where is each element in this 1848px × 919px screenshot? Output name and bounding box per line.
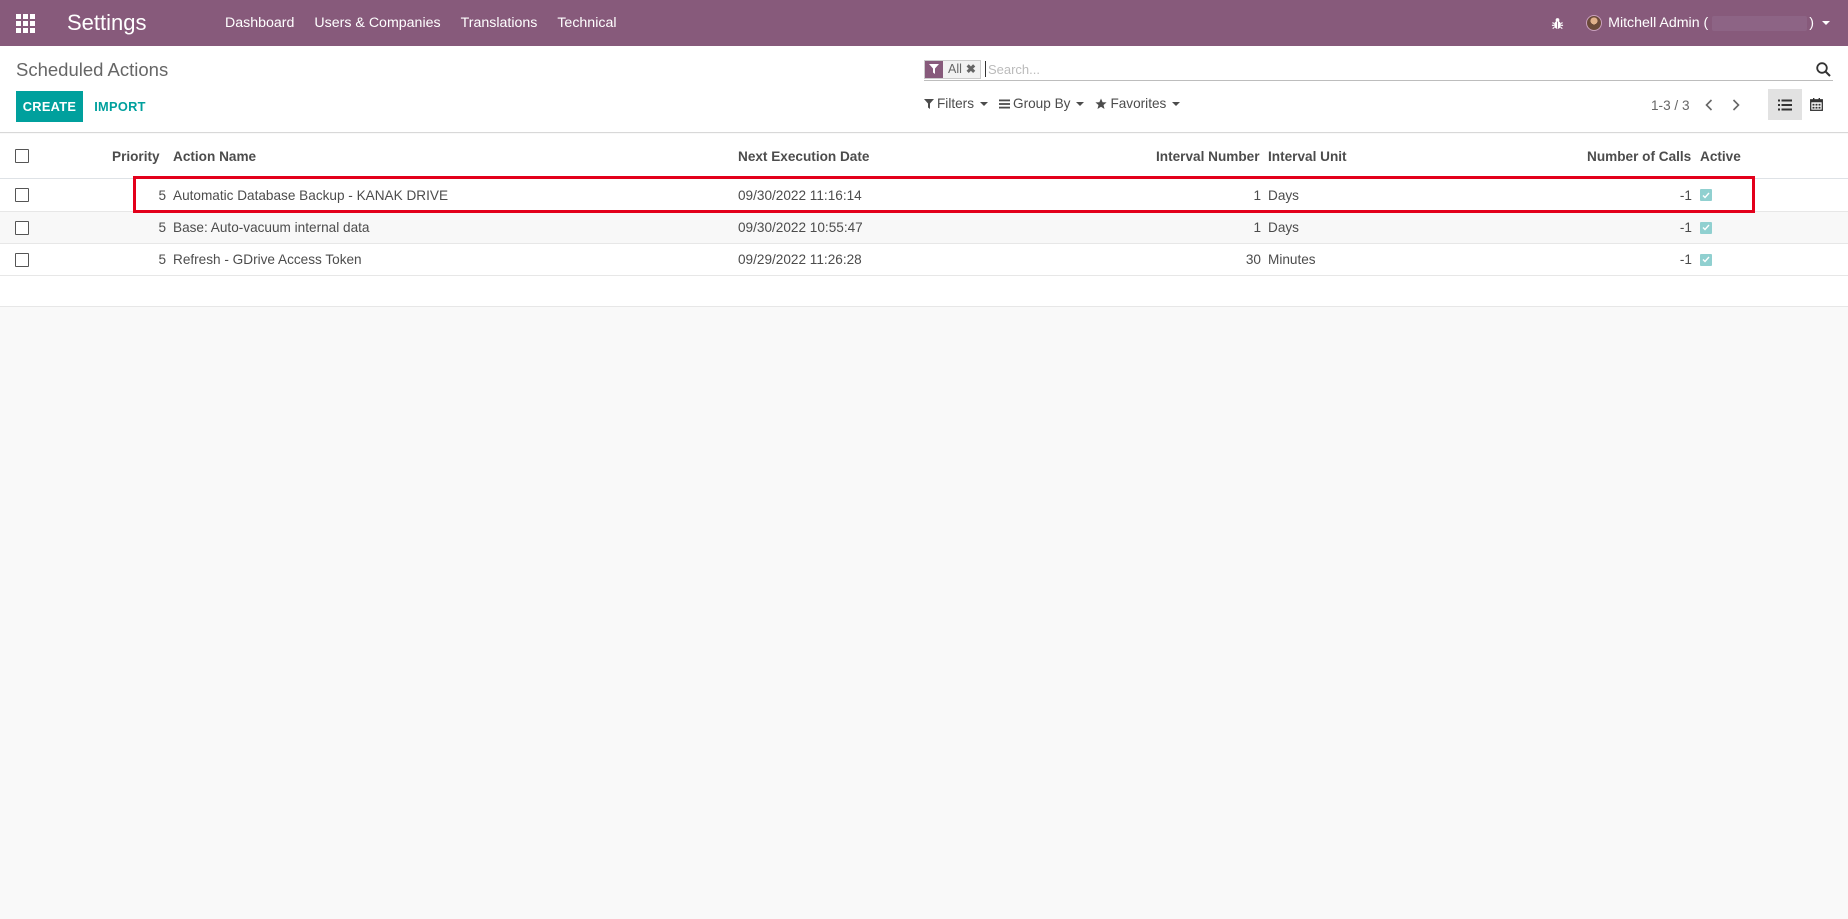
active-checkbox — [1700, 179, 1712, 211]
table-row[interactable]: 5 Automatic Database Backup - KANAK DRIV… — [0, 179, 1848, 212]
favorites-dropdown[interactable]: Favorites — [1095, 96, 1181, 111]
apps-menu-icon[interactable] — [0, 0, 50, 46]
action-name-cell: Base: Auto-vacuum internal data — [173, 220, 370, 235]
star-icon — [1095, 98, 1108, 110]
interval-number-cell: 30 — [1245, 252, 1261, 267]
control-panel: Scheduled Actions CREATE IMPORT All ✖ Fi… — [0, 46, 1848, 133]
caret-down-icon — [980, 101, 989, 106]
row-checkbox[interactable] — [15, 179, 29, 211]
create-button[interactable]: CREATE — [16, 91, 83, 122]
user-menu[interactable]: Mitchell Admin ( ) — [1586, 15, 1830, 31]
user-name: Mitchell Admin ( — [1608, 15, 1709, 31]
app-name: Settings — [67, 10, 147, 35]
table-footer — [0, 276, 1848, 307]
number-of-calls-cell: -1 — [1679, 220, 1692, 235]
caret-down-icon — [1822, 21, 1830, 25]
list-view-icon[interactable] — [1768, 89, 1802, 120]
chevron-left-icon[interactable] — [1699, 96, 1719, 114]
priority-cell: 5 — [158, 187, 166, 203]
interval-unit-cell: Days — [1268, 220, 1299, 235]
calendar-view-icon[interactable] — [1800, 89, 1832, 120]
priority-cell: 5 — [158, 252, 166, 267]
column-header-priority[interactable]: Priority — [112, 134, 160, 178]
favorites-label: Favorites — [1110, 96, 1167, 111]
check-icon — [1700, 189, 1712, 201]
redacted-text — [1712, 15, 1808, 31]
interval-unit-cell: Minutes — [1268, 252, 1316, 267]
facet-remove-icon[interactable]: ✖ — [966, 61, 980, 78]
top-navbar: Settings Dashboard Users & Companies Tra… — [0, 0, 1848, 46]
breadcrumb: Scheduled Actions — [16, 59, 169, 80]
table-row[interactable]: 5 Base: Auto-vacuum internal data 09/30/… — [0, 212, 1848, 244]
menu-item-users-companies[interactable]: Users & Companies — [304, 0, 450, 46]
facet-label: All — [948, 61, 962, 76]
action-name-cell: Refresh - GDrive Access Token — [173, 252, 362, 267]
next-execution-date-cell: 09/30/2022 10:55:47 — [738, 220, 863, 235]
menu-item-dashboard[interactable]: Dashboard — [215, 0, 304, 46]
debug-bug-icon[interactable] — [1538, 0, 1576, 46]
next-execution-date-cell: 09/30/2022 11:16:14 — [738, 187, 862, 203]
filters-label: Filters — [937, 96, 975, 111]
check-icon — [1700, 221, 1712, 234]
column-header-interval-number[interactable]: Interval Number — [1156, 134, 1260, 178]
user-suffix: ) — [1809, 15, 1814, 31]
caret-down-icon — [1076, 101, 1085, 106]
action-name-cell: Automatic Database Backup - KANAK DRIVE — [173, 187, 449, 203]
menu-item-technical[interactable]: Technical — [547, 0, 626, 46]
column-header-interval-unit[interactable]: Interval Unit — [1268, 134, 1347, 178]
priority-cell: 5 — [158, 220, 166, 235]
column-header-number-of-calls[interactable]: Number of Calls — [1587, 134, 1691, 178]
caret-down-icon — [1172, 101, 1181, 106]
chevron-right-icon[interactable] — [1726, 96, 1746, 114]
active-checkbox — [1700, 244, 1712, 275]
pager-value[interactable]: 1-3 / 3 — [1651, 98, 1690, 113]
menu-item-translations[interactable]: Translations — [451, 0, 548, 46]
active-checkbox — [1700, 212, 1712, 243]
interval-unit-cell: Days — [1268, 187, 1299, 203]
interval-number-cell: 1 — [1253, 220, 1261, 235]
column-header-active[interactable]: Active — [1700, 134, 1741, 178]
column-header-action-name[interactable]: Action Name — [173, 134, 256, 178]
column-header-next-execution-date[interactable]: Next Execution Date — [738, 134, 869, 178]
number-of-calls-cell: -1 — [1679, 252, 1692, 267]
search-facet: All ✖ — [924, 59, 981, 79]
search-options: Filters Group By Favorites — [924, 96, 1191, 111]
bars-icon — [999, 99, 1011, 109]
group-by-label: Group By — [1013, 96, 1071, 111]
group-by-dropdown[interactable]: Group By — [999, 96, 1085, 111]
interval-number-cell: 1 — [1253, 187, 1261, 203]
search-bar: All ✖ — [924, 58, 1833, 81]
list-table: Priority Action Name Next Execution Date… — [0, 134, 1848, 307]
search-input[interactable] — [984, 61, 1813, 77]
filters-dropdown[interactable]: Filters — [924, 96, 989, 111]
row-checkbox[interactable] — [15, 212, 29, 243]
next-execution-date-cell: 09/29/2022 11:26:28 — [738, 252, 862, 267]
table-row[interactable]: 5 Refresh - GDrive Access Token 09/29/20… — [0, 244, 1848, 276]
import-button[interactable]: IMPORT — [86, 91, 154, 122]
filter-icon — [925, 60, 943, 78]
number-of-calls-cell: -1 — [1679, 187, 1692, 203]
filter-icon — [924, 98, 934, 109]
main-menu: Dashboard Users & Companies Translations… — [215, 0, 627, 46]
search-icon[interactable] — [1813, 61, 1833, 77]
avatar — [1586, 15, 1603, 31]
table-header: Priority Action Name Next Execution Date… — [0, 134, 1848, 179]
row-checkbox[interactable] — [15, 244, 29, 275]
check-icon — [1700, 253, 1712, 266]
select-all-checkbox[interactable] — [15, 134, 29, 178]
